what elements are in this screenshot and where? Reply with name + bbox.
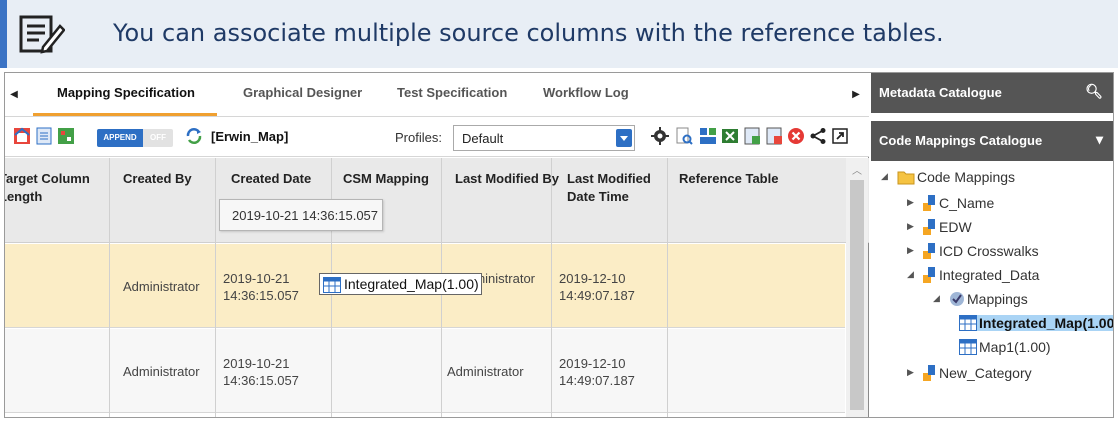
cell-created-time: 14:36:15.057 bbox=[223, 288, 299, 303]
tree-node-label: Code Mappings bbox=[917, 169, 1016, 185]
column-header-target-column-length[interactable]: Target Column Length bbox=[5, 170, 105, 206]
table-row[interactable]: Administrator 2019-10-21 14:36:15.057 Ad… bbox=[5, 329, 845, 413]
cell-last-modified-time: 14:49:07.187 bbox=[559, 288, 635, 303]
home-map-icon[interactable] bbox=[13, 127, 31, 145]
column-header-last-modified-date-time[interactable]: Last Modified Date Time bbox=[567, 170, 659, 206]
append-toggle-off-label: OFF bbox=[143, 129, 173, 147]
close-icon[interactable] bbox=[787, 127, 805, 145]
column-header-csm-mapping[interactable]: CSM Mapping bbox=[343, 170, 429, 188]
column-divider bbox=[667, 158, 668, 417]
scrollbar-thumb[interactable] bbox=[850, 180, 864, 410]
column-divider bbox=[109, 158, 110, 417]
mapping-grid: Target Column Length Created By Created … bbox=[5, 158, 869, 417]
collapsed-arrow-icon[interactable]: ▶ bbox=[907, 197, 917, 208]
scroll-up-icon[interactable]: ︿ bbox=[852, 162, 862, 177]
tree-node-label: Integrated_Data bbox=[939, 267, 1040, 283]
collapsed-arrow-icon[interactable]: ▶ bbox=[907, 245, 917, 256]
map-name: [Erwin_Map] bbox=[211, 129, 289, 144]
code-mappings-catalogue-header[interactable]: Code Mappings Catalogue ▾ bbox=[871, 121, 1113, 161]
grid-settings-icon[interactable] bbox=[57, 127, 75, 145]
expanded-arrow-icon[interactable]: ◢ bbox=[907, 269, 917, 280]
document-search-icon[interactable] bbox=[675, 127, 693, 145]
share-icon[interactable] bbox=[809, 127, 827, 145]
column-header-reference-table[interactable]: Reference Table bbox=[679, 170, 778, 188]
metadata-catalogue-header[interactable]: Metadata Catalogue 🔍︎ bbox=[871, 73, 1113, 113]
column-divider bbox=[215, 158, 216, 417]
cell-last-modified-date: 2019-12-10 bbox=[559, 356, 626, 371]
tab-workflow-log[interactable]: Workflow Log bbox=[543, 85, 629, 109]
column-divider bbox=[551, 158, 552, 417]
table-icon bbox=[959, 315, 977, 331]
etl-icon[interactable] bbox=[699, 127, 717, 145]
mappings-icon bbox=[950, 292, 964, 306]
tab-scroll-right-icon[interactable]: ▶ bbox=[851, 87, 861, 103]
cell-created-by: Administrator bbox=[123, 279, 200, 294]
note-banner: You can associate multiple source column… bbox=[0, 0, 1118, 68]
collapsed-arrow-icon[interactable]: ▶ bbox=[907, 367, 917, 378]
tab-mapping-specification[interactable]: Mapping Specification bbox=[57, 85, 195, 109]
cell-last-modified-by: Administrator bbox=[447, 364, 524, 379]
profiles-selected-value: Default bbox=[462, 131, 504, 146]
popout-icon[interactable] bbox=[831, 127, 849, 145]
tree-node-label: ICD Crosswalks bbox=[939, 243, 1039, 259]
csm-mapping-value: Integrated_Map(1.00) bbox=[344, 276, 479, 292]
tree-node-label: New_Category bbox=[939, 365, 1032, 381]
expanded-arrow-icon[interactable]: ◢ bbox=[881, 171, 891, 182]
append-toggle[interactable]: APPEND OFF bbox=[97, 129, 173, 147]
metadata-catalogue-title: Metadata Catalogue bbox=[879, 85, 1002, 100]
app-window: ◀ Mapping Specification Graphical Design… bbox=[4, 72, 1114, 418]
chevron-down-icon[interactable] bbox=[616, 129, 632, 147]
table-icon bbox=[323, 277, 341, 293]
save-close-icon[interactable] bbox=[765, 127, 783, 145]
tab-scroll-left-icon[interactable]: ◀ bbox=[9, 87, 19, 103]
csm-mapping-chip[interactable]: Integrated_Map(1.00) bbox=[319, 273, 482, 295]
tree-node-label: Map1(1.00) bbox=[979, 339, 1051, 355]
gear-icon[interactable] bbox=[651, 127, 669, 145]
chevron-down-icon[interactable]: ▾ bbox=[1096, 131, 1103, 148]
cell-created-time: 14:36:15.057 bbox=[223, 373, 299, 388]
tab-graphical-designer[interactable]: Graphical Designer bbox=[243, 85, 362, 109]
category-icon bbox=[923, 365, 935, 381]
category-icon bbox=[923, 267, 935, 283]
folder-icon bbox=[897, 171, 915, 185]
column-header-created-by[interactable]: Created By bbox=[123, 170, 192, 188]
catalogue-pane: Metadata Catalogue 🔍︎ Code Mappings Cata… bbox=[871, 73, 1113, 417]
refresh-icon[interactable] bbox=[185, 127, 203, 145]
cell-created-date: 2019-10-21 bbox=[223, 271, 290, 286]
tab-bar: ◀ Mapping Specification Graphical Design… bbox=[5, 73, 869, 117]
tree-node-label: C_Name bbox=[939, 195, 995, 211]
tree-node-label: EDW bbox=[939, 219, 972, 235]
category-icon bbox=[923, 243, 935, 259]
tab-test-specification[interactable]: Test Specification bbox=[397, 85, 507, 109]
note-edit-icon bbox=[19, 15, 65, 54]
profiles-label: Profiles: bbox=[395, 130, 442, 145]
profiles-dropdown[interactable]: Default bbox=[453, 125, 635, 151]
category-icon bbox=[923, 219, 935, 235]
created-date-tooltip: 2019-10-21 14:36:15.057 bbox=[219, 199, 383, 231]
tree-node-label: Mappings bbox=[967, 291, 1028, 307]
tree-node-label: Integrated_Map(1.00) bbox=[977, 315, 1113, 331]
note-text: You can associate multiple source column… bbox=[113, 19, 944, 47]
document-list-icon[interactable] bbox=[35, 127, 53, 145]
search-icon[interactable]: 🔍︎ bbox=[1085, 83, 1103, 100]
grid-vertical-scrollbar[interactable]: ︿ bbox=[846, 158, 868, 417]
excel-export-icon[interactable] bbox=[721, 127, 739, 145]
category-icon bbox=[923, 195, 935, 211]
active-tab-indicator bbox=[33, 113, 217, 116]
cell-last-modified-date: 2019-12-10 bbox=[559, 271, 626, 286]
column-header-last-modified-by[interactable]: Last Modified By bbox=[455, 170, 559, 188]
save-icon[interactable] bbox=[743, 127, 761, 145]
toolbar: APPEND OFF [Erwin_Map] Profiles: Default bbox=[5, 117, 869, 157]
collapsed-arrow-icon[interactable]: ▶ bbox=[907, 221, 917, 232]
cell-created-by: Administrator bbox=[123, 364, 200, 379]
grid-header: Target Column Length Created By Created … bbox=[5, 158, 869, 243]
cell-created-date: 2019-10-21 bbox=[223, 356, 290, 371]
expanded-arrow-icon[interactable]: ◢ bbox=[933, 293, 943, 304]
append-toggle-on-label: APPEND bbox=[97, 129, 143, 147]
code-mappings-catalogue-title: Code Mappings Catalogue bbox=[879, 133, 1043, 148]
column-header-created-date[interactable]: Created Date bbox=[231, 170, 311, 188]
mapping-pane: ◀ Mapping Specification Graphical Design… bbox=[5, 73, 869, 417]
table-icon bbox=[959, 339, 977, 355]
cell-last-modified-time: 14:49:07.187 bbox=[559, 373, 635, 388]
